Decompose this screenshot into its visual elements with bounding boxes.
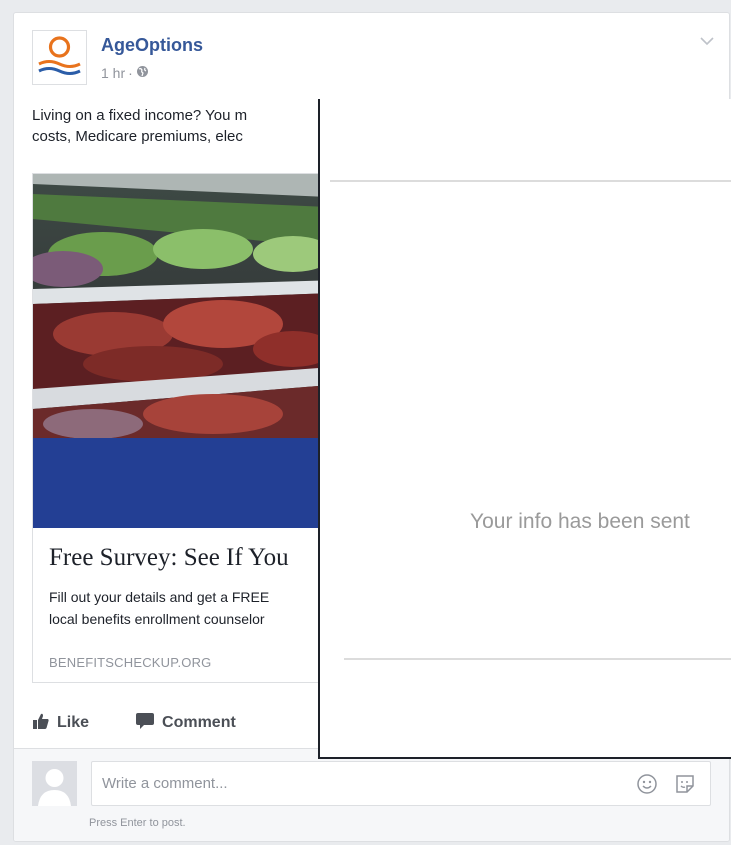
comment-input[interactable]: Write a comment... xyxy=(91,761,711,806)
comment-label: Comment xyxy=(162,714,236,731)
comment-placeholder: Write a comment... xyxy=(102,775,228,792)
post-meta: 1 hr · xyxy=(101,65,149,81)
emoji-icon[interactable] xyxy=(636,773,658,795)
like-icon xyxy=(32,712,50,735)
sticker-icon[interactable] xyxy=(674,773,696,795)
page-name-link[interactable]: AgeOptions xyxy=(101,35,203,56)
like-label: Like xyxy=(57,714,90,731)
chevron-down-icon[interactable] xyxy=(699,33,715,49)
comment-button[interactable]: Comment xyxy=(135,712,236,735)
confirmation-overlay[interactable]: Your info has been sent xyxy=(318,99,731,759)
link-title[interactable]: Free Survey: See If You xyxy=(49,544,289,572)
overlay-divider xyxy=(344,658,731,660)
meta-separator: · xyxy=(128,65,133,81)
overlay-divider xyxy=(330,180,731,182)
avatar[interactable] xyxy=(32,761,77,806)
comment-composer: Write a comment... Press Enter to post. xyxy=(14,748,729,841)
like-button[interactable]: Like xyxy=(32,712,89,735)
post-timestamp[interactable]: 1 hr xyxy=(101,65,125,81)
globe-icon xyxy=(136,65,149,81)
comment-hint: Press Enter to post. xyxy=(89,817,186,829)
overlay-message: Your info has been sent xyxy=(470,510,690,533)
comment-icon xyxy=(135,712,155,735)
link-domain: BENEFITSCHECKUP.ORG xyxy=(49,655,212,670)
page-logo[interactable] xyxy=(32,30,87,85)
